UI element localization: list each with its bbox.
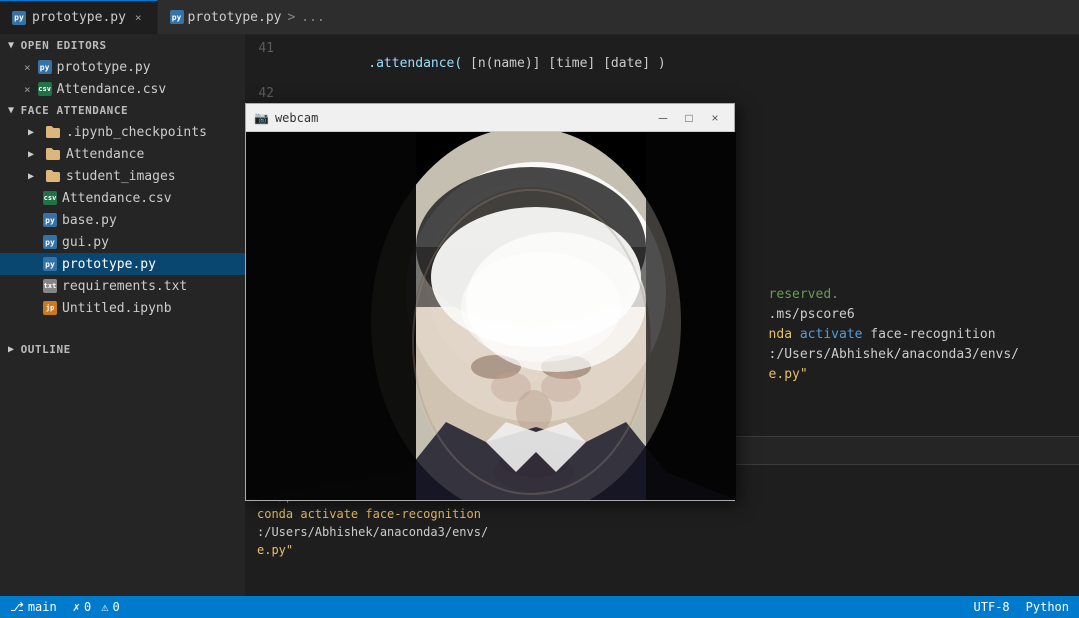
editor-py-icon: py [38,60,52,74]
webcam-window[interactable]: 📷 webcam ─ □ × [245,103,735,501]
sidebar-item-prototype-py[interactable]: py prototype.py [0,253,245,275]
folder-chevron-1: ▶ [28,127,34,138]
main-layout: ▼ OPEN EDITORS × py prototype.py × csv A… [0,35,1079,596]
sidebar-item-student-images[interactable]: ▶ student_images [0,165,245,187]
status-branch[interactable]: ⎇ main [10,600,57,614]
open-editors-chevron: ▼ [8,40,15,51]
sidebar-label-requirements: requirements.txt [62,279,187,294]
tab-bar: py prototype.py × py prototype.py > ... [0,0,1079,35]
face-attendance-header[interactable]: ▼ FACE ATTENDANCE [0,100,245,121]
editor-filename-attendance: Attendance.csv [57,82,167,97]
status-bar: ⎇ main ✗ 0 ⚠ 0 UTF-8 Python [0,596,1079,618]
code-line-42: 42 [245,86,1079,104]
breadcrumb: py prototype.py > ... [158,10,337,25]
status-language-label: Python [1026,600,1069,614]
right-line-path: :/Users/Abhishek/anaconda3/envs/ [769,345,1019,365]
folder-chevron-3: ▶ [28,171,34,182]
outline-header[interactable]: ▶ OUTLINE [0,339,245,360]
editor-close-icon2[interactable]: × [24,83,31,96]
sidebar-item-untitled-ipynb[interactable]: jp Untitled.ipynb [0,297,245,319]
open-editor-attendance[interactable]: × csv Attendance.csv [0,78,245,100]
py-icon-prototype: py [43,257,57,271]
webcam-title-area: 📷 webcam [254,111,318,125]
outline-chevron: ▶ [8,344,15,355]
folder-icon-1 [45,124,61,140]
sidebar-label-attendance: Attendance [66,147,144,162]
breadcrumb-file: prototype.py [188,10,282,25]
status-branch-name: main [28,600,57,614]
sidebar-item-gui-py[interactable]: py gui.py [0,231,245,253]
open-editors-header[interactable]: ▼ OPEN EDITORS [0,35,245,56]
webcam-controls: ─ □ × [652,107,726,129]
editor-right-text: reserved. .ms/pscore6 nda activate face-… [769,285,1019,385]
editor-csv-icon: csv [38,82,52,96]
face-attendance-chevron: ▼ [8,105,15,116]
right-line-conda: nda activate face-recognition [769,325,1019,345]
py-icon: py [12,11,26,25]
sidebar-label-gui-py: gui.py [62,235,109,250]
status-error-count: 0 [84,600,91,614]
right-line-py: e.py" [769,365,1019,385]
status-warning-count: 0 [112,600,119,614]
editor-close-icon[interactable]: × [24,61,31,74]
sidebar: ▼ OPEN EDITORS × py prototype.py × csv A… [0,35,245,596]
face-attendance-label: FACE ATTENDANCE [21,104,129,117]
tab-close-prototype[interactable]: × [132,9,145,26]
breadcrumb-dots: ... [301,10,324,25]
sidebar-label-base-py: base.py [62,213,117,228]
sidebar-label-ipynb-checkpoints: .ipynb_checkpoints [66,125,207,140]
folder-icon-3 [45,168,61,184]
status-errors[interactable]: ✗ 0 ⚠ 0 [73,600,120,614]
tab-label-prototype: prototype.py [32,10,126,25]
editor-filename-prototype: prototype.py [57,60,151,75]
tab-prototype-py[interactable]: py prototype.py × [0,0,158,34]
editor-area: 41 .attendance( [n(name)] [time] [date] … [245,35,1079,596]
sidebar-label-untitled-ipynb: Untitled.ipynb [62,301,172,316]
webcam-close-btn[interactable]: × [704,107,726,129]
git-branch-icon: ⎇ [10,600,24,614]
webcam-minimize-btn[interactable]: ─ [652,107,674,129]
ipynb-icon-1: jp [43,301,57,315]
webcam-maximize-btn[interactable]: □ [678,107,700,129]
right-line-pscore: .ms/pscore6 [769,305,1019,325]
txt-icon-1: txt [43,279,57,293]
terminal-line-conda: conda activate face-recognition [257,505,1067,523]
warning-icon: ⚠ [101,600,108,614]
breadcrumb-separator: > [287,10,295,25]
webcam-title-text: webcam [275,111,318,125]
sidebar-item-ipynb-checkpoints[interactable]: ▶ .ipynb_checkpoints [0,121,245,143]
open-editors-label: OPEN EDITORS [21,39,107,52]
sidebar-label-student-images: student_images [66,169,176,184]
code-line-41: 41 .attendance( [n(name)] [time] [date] … [245,41,1079,86]
sidebar-label-prototype-py: prototype.py [62,257,156,272]
outline-label: OUTLINE [21,343,71,356]
sidebar-item-attendance-folder[interactable]: ▶ Attendance [0,143,245,165]
terminal-line-py: e.py" [257,541,1067,559]
terminal-line-path: :/Users/Abhishek/anaconda3/envs/ [257,523,1067,541]
sidebar-item-attendance-csv[interactable]: csv Attendance.csv [0,187,245,209]
webcam-camera-icon: 📷 [254,111,269,125]
line-number-42: 42 [245,86,290,101]
open-editor-prototype[interactable]: × py prototype.py [0,56,245,78]
folder-icon-2 [45,146,61,162]
py-icon-gui: py [43,235,57,249]
sidebar-item-base-py[interactable]: py base.py [0,209,245,231]
status-language[interactable]: Python [1026,600,1069,614]
folder-chevron-2: ▶ [28,149,34,160]
py-icon-base: py [43,213,57,227]
right-line-reserved: reserved. [769,285,1019,305]
face-svg [246,132,736,500]
webcam-video-area [246,132,736,500]
status-encoding[interactable]: UTF-8 [974,600,1010,614]
line-number-41: 41 [245,41,290,56]
line-content-41: .attendance( [n(name)] [time] [date] ) [290,41,1079,86]
status-encoding-label: UTF-8 [974,600,1010,614]
csv-icon-1: csv [43,191,57,205]
breadcrumb-py-icon: py [170,10,184,24]
sidebar-label-attendance-csv: Attendance.csv [62,191,172,206]
sidebar-item-requirements[interactable]: txt requirements.txt [0,275,245,297]
error-icon: ✗ [73,600,80,614]
webcam-titlebar: 📷 webcam ─ □ × [246,104,734,132]
